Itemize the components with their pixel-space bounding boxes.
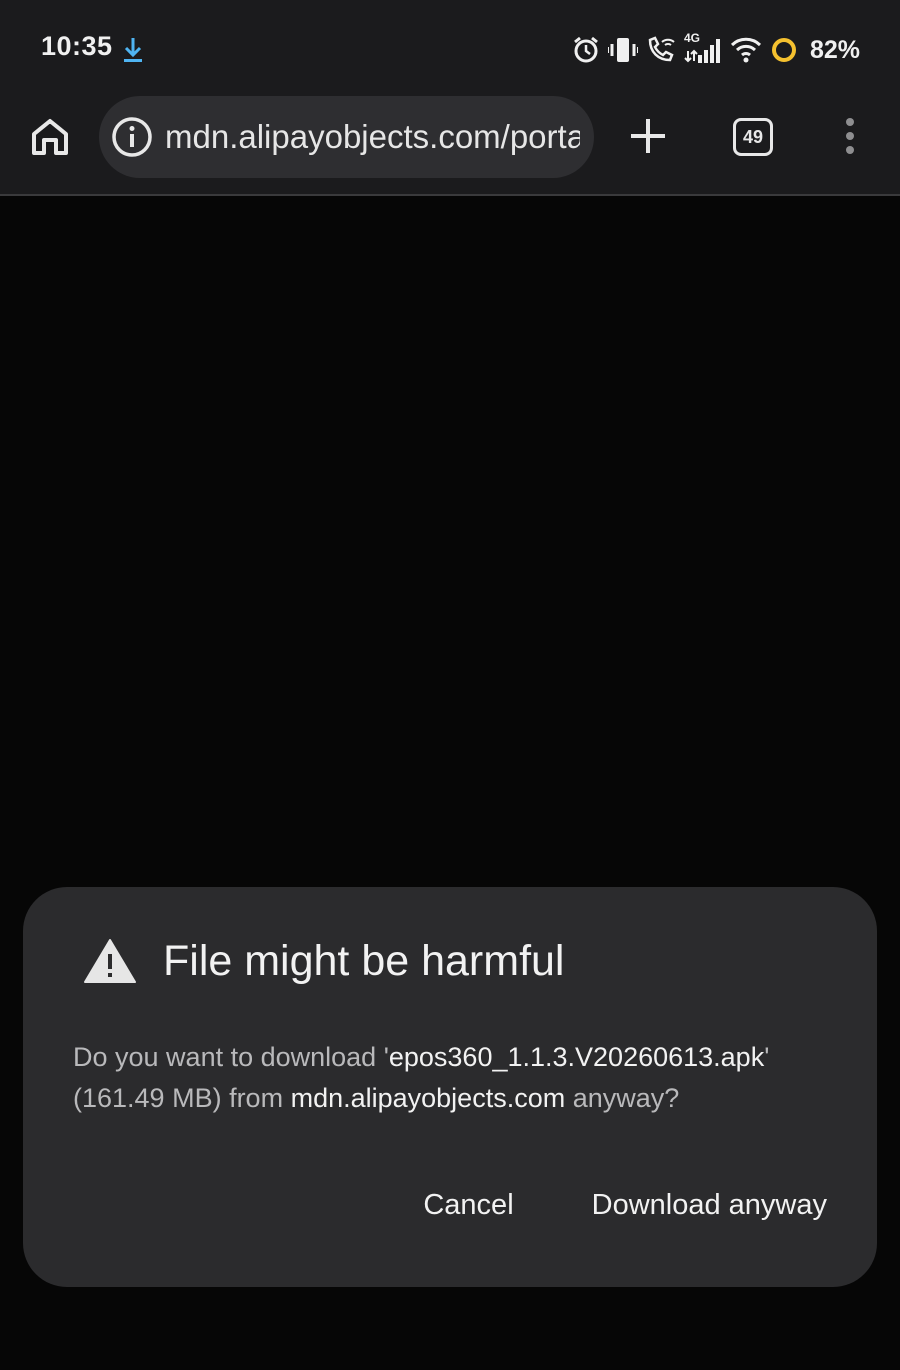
plus-icon (631, 119, 665, 153)
cellular-signal-icon: 4G (684, 31, 722, 65)
harmful-file-dialog: File might be harmful Do you want to dow… (23, 887, 877, 1287)
status-time: 10:35 (41, 31, 113, 61)
dialog-title: File might be harmful (163, 937, 565, 985)
tab-switcher-button[interactable]: 49 (733, 118, 773, 156)
more-vert-icon (846, 118, 854, 154)
message-suffix: anyway? (565, 1083, 680, 1113)
vibrate-icon (607, 36, 638, 64)
download-icon (122, 36, 144, 64)
dialog-actions: Cancel Download anyway (423, 1185, 827, 1225)
cancel-button[interactable]: Cancel (423, 1189, 513, 1222)
browser-toolbar: mdn.alipayobjects.com/portal/epos360 49 (0, 96, 900, 196)
wifi-calling-icon (646, 36, 676, 64)
dialog-message: Do you want to download 'epos360_1.1.3.V… (73, 1037, 843, 1119)
file-name: epos360_1.1.3.V20260613.apk (388, 1042, 765, 1072)
url-text[interactable]: mdn.alipayobjects.com/portal/epos360 (165, 116, 580, 158)
warning-icon (83, 937, 137, 985)
status-bar: 10:35 4G 82% (0, 0, 900, 96)
status-icons: 4G 82% (572, 30, 860, 70)
message-prefix: Do you want to download ' (73, 1042, 389, 1072)
source-domain: mdn.alipayobjects.com (290, 1083, 566, 1113)
battery-level: 82% (809, 35, 860, 64)
more-menu-button[interactable] (838, 114, 862, 158)
wifi-icon (730, 36, 762, 64)
home-button[interactable] (27, 114, 73, 160)
tab-count: 49 (742, 127, 764, 147)
battery-saver-icon (770, 36, 798, 64)
download-anyway-button[interactable]: Download anyway (592, 1189, 827, 1222)
info-icon[interactable] (111, 116, 153, 158)
new-tab-button[interactable] (628, 116, 668, 156)
alarm-icon (572, 36, 600, 64)
address-bar[interactable]: mdn.alipayobjects.com/portal/epos360 (99, 96, 594, 178)
home-icon (32, 119, 68, 155)
